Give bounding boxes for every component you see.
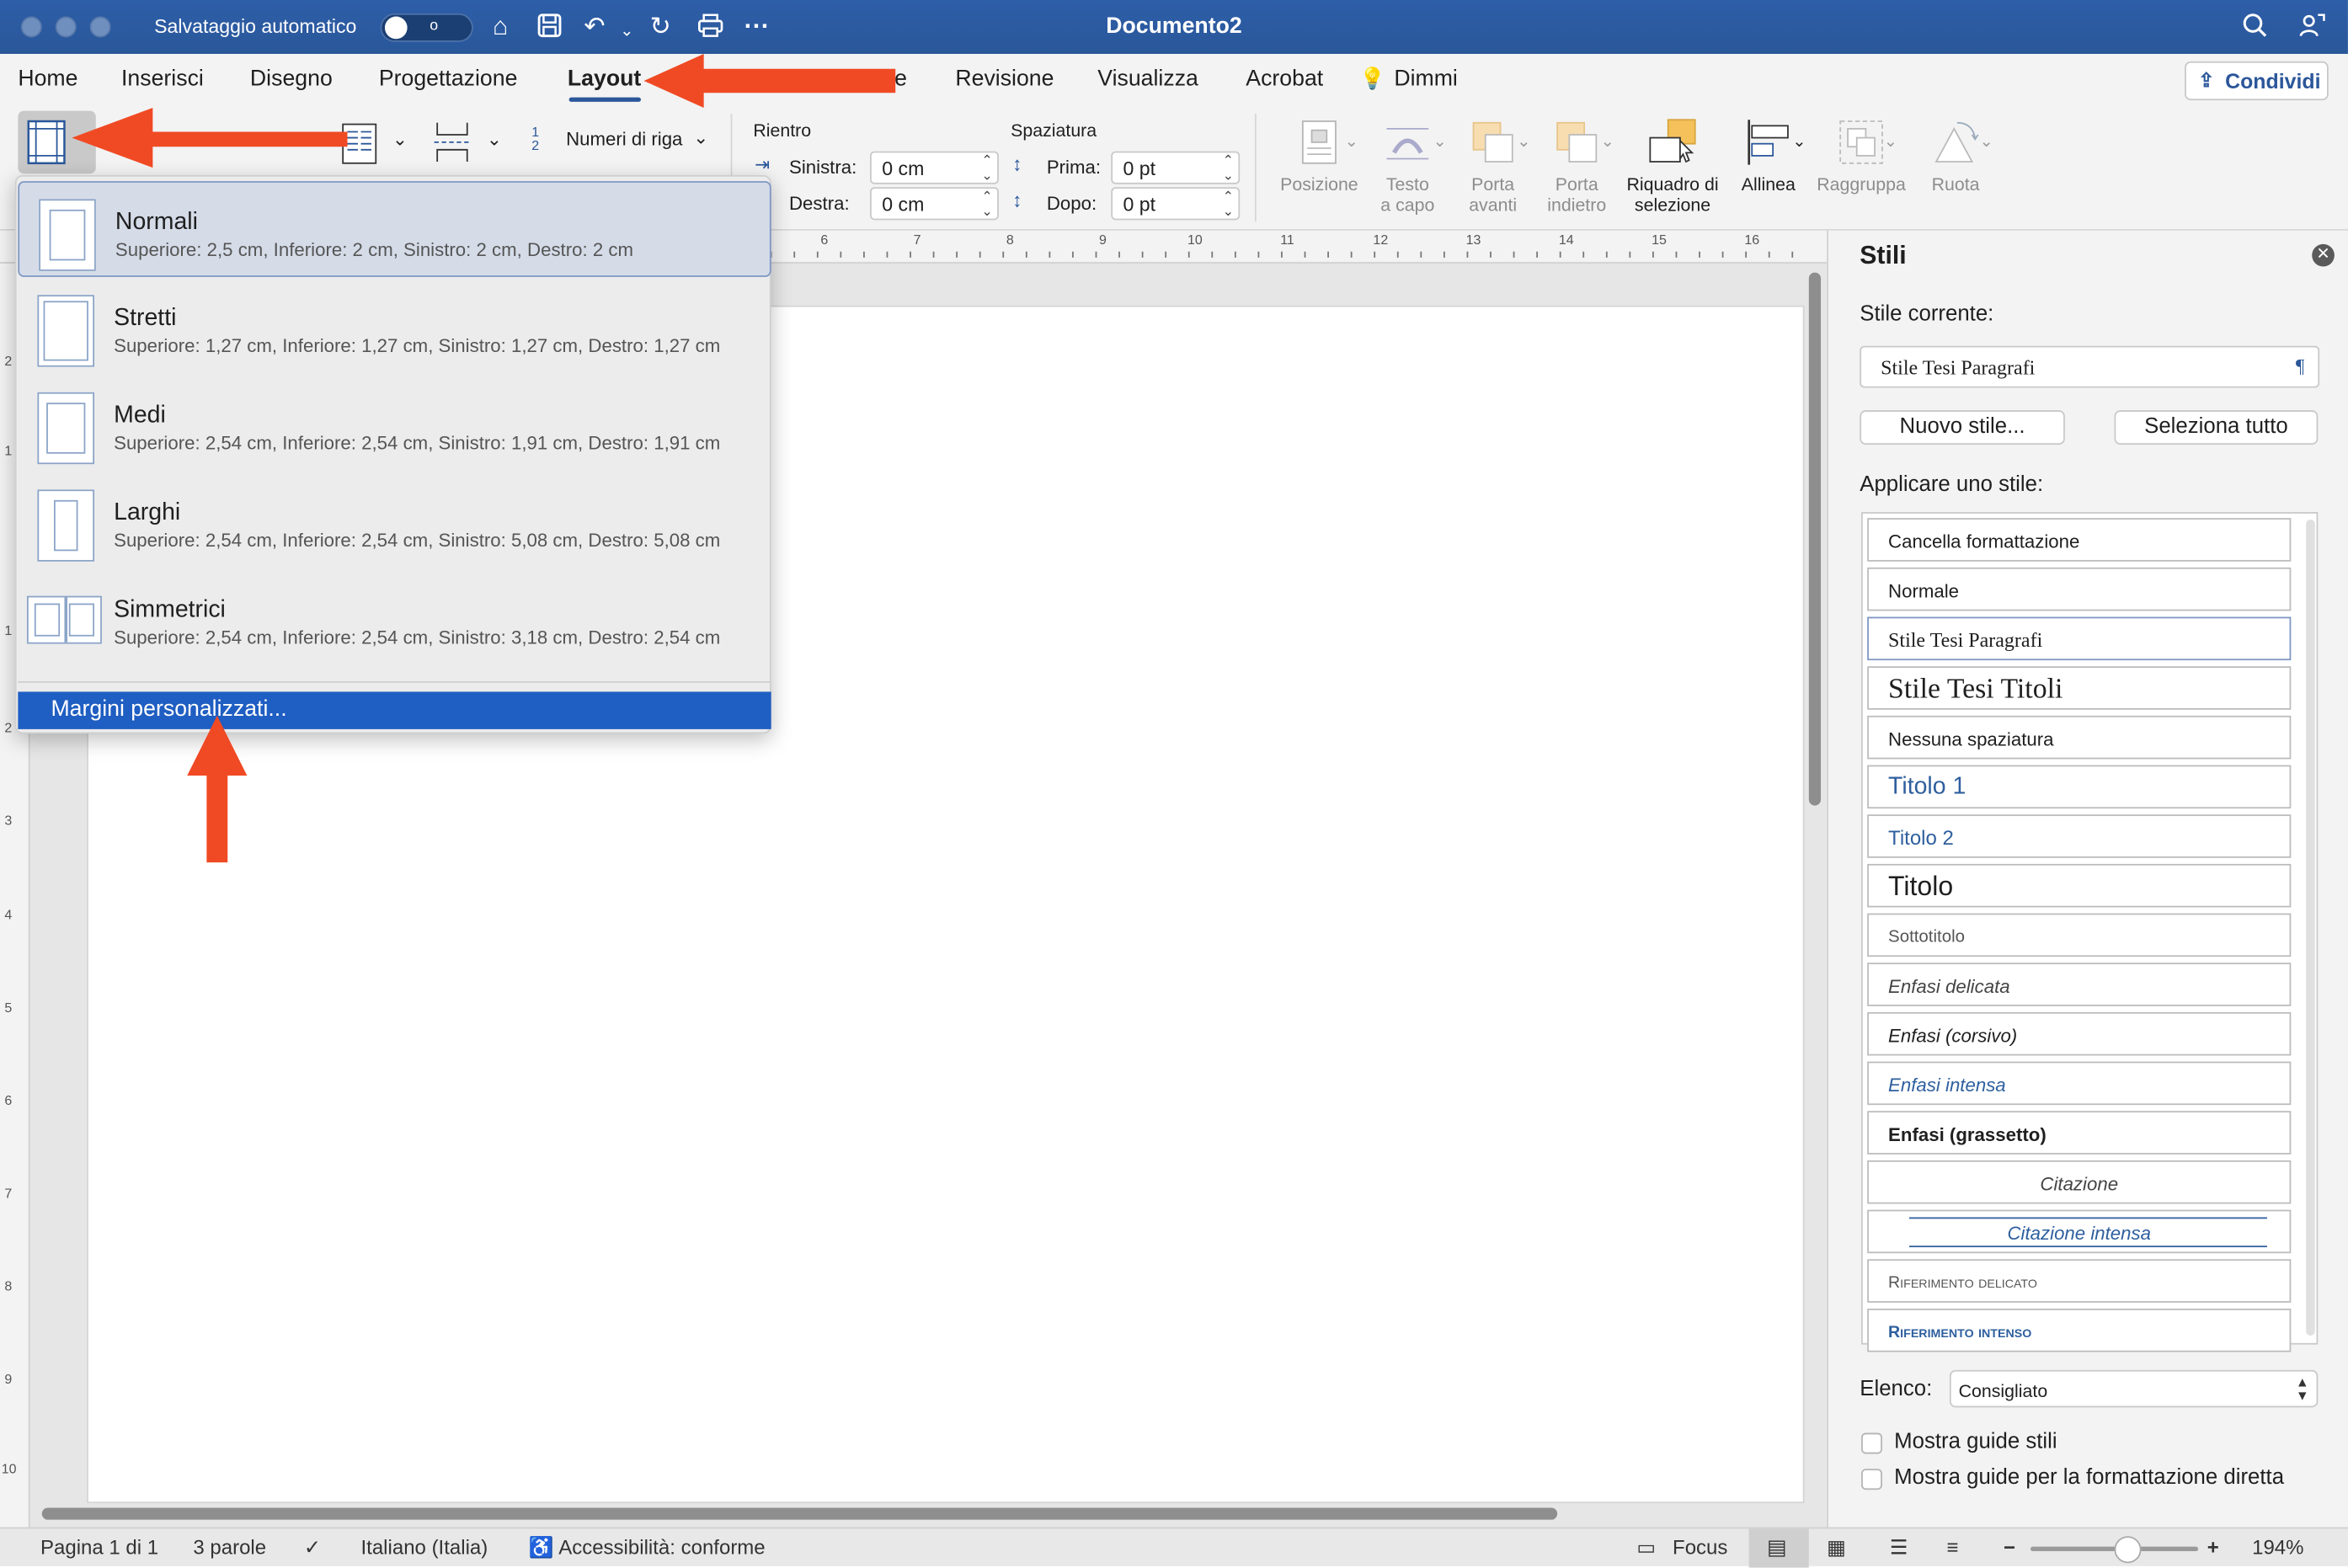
arrow-to-margins-button bbox=[72, 108, 348, 168]
annotation-arrows bbox=[72, 54, 896, 863]
arrow-to-custom-margins bbox=[187, 715, 248, 863]
word-window: Salvataggio automatico o ⌂ ↶ ⌄ ↻ ··· Doc… bbox=[0, 0, 2348, 1568]
arrow-to-layout-tab bbox=[643, 54, 896, 109]
